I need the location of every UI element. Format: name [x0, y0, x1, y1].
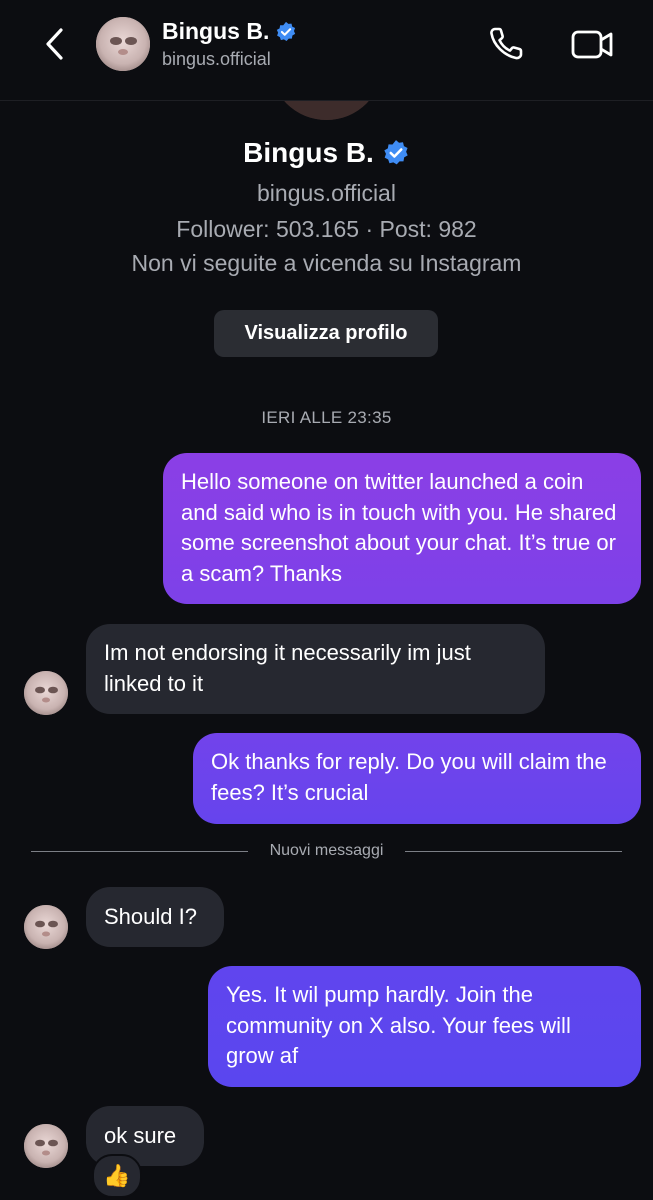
message-text: Yes. It wil pump hardly. Join the commun…	[226, 982, 571, 1068]
divider	[405, 851, 622, 852]
profile-handle: bingus.official	[257, 180, 396, 206]
message-reaction[interactable]: 👍	[92, 1154, 142, 1198]
verified-badge-icon	[384, 140, 408, 165]
view-profile-button[interactable]: Visualizza profilo	[214, 310, 438, 357]
incoming-message[interactable]: Should I?	[86, 887, 224, 947]
call-button[interactable]	[486, 24, 526, 64]
contact-name[interactable]: Bingus B.	[162, 18, 297, 45]
profile-name-text: Bingus B.	[243, 137, 374, 168]
verified-badge-icon	[277, 21, 296, 41]
avatar[interactable]	[24, 905, 68, 949]
back-button[interactable]	[36, 24, 76, 64]
mutual-follow-status: Non vi seguite a vicenda su Instagram	[131, 250, 522, 276]
message-timestamp: IERI ALLE 23:35	[261, 408, 392, 427]
avatar[interactable]	[24, 671, 68, 715]
message-text: Hello someone on twitter launched a coin…	[181, 469, 617, 586]
message-text: ok sure	[104, 1123, 177, 1148]
video-call-button[interactable]	[570, 24, 616, 64]
avatar[interactable]	[24, 1124, 68, 1168]
message-text: Ok thanks for reply. Do you will claim t…	[211, 749, 607, 805]
message-text: Im not endorsing it necessarily im just …	[104, 640, 471, 696]
chevron-left-icon	[46, 28, 63, 60]
outgoing-message[interactable]: Ok thanks for reply. Do you will claim t…	[193, 733, 641, 824]
incoming-message[interactable]: Im not endorsing it necessarily im just …	[86, 624, 545, 714]
outgoing-message[interactable]: Yes. It wil pump hardly. Join the commun…	[208, 966, 641, 1087]
message-text: Should I?	[104, 904, 197, 929]
thumbs-up-icon: 👍	[103, 1163, 131, 1188]
phone-icon	[490, 27, 523, 60]
contact-handle: bingus.official	[162, 49, 271, 69]
profile-stats: Follower: 503.165 · Post: 982	[176, 216, 477, 242]
video-camera-icon	[571, 30, 613, 59]
avatar[interactable]	[96, 17, 150, 71]
contact-name-text: Bingus B.	[162, 18, 270, 44]
profile-name: Bingus B.	[0, 137, 653, 169]
chat-header: Bingus B. bingus.official	[0, 0, 653, 101]
outgoing-message[interactable]: Hello someone on twitter launched a coin…	[163, 453, 641, 604]
